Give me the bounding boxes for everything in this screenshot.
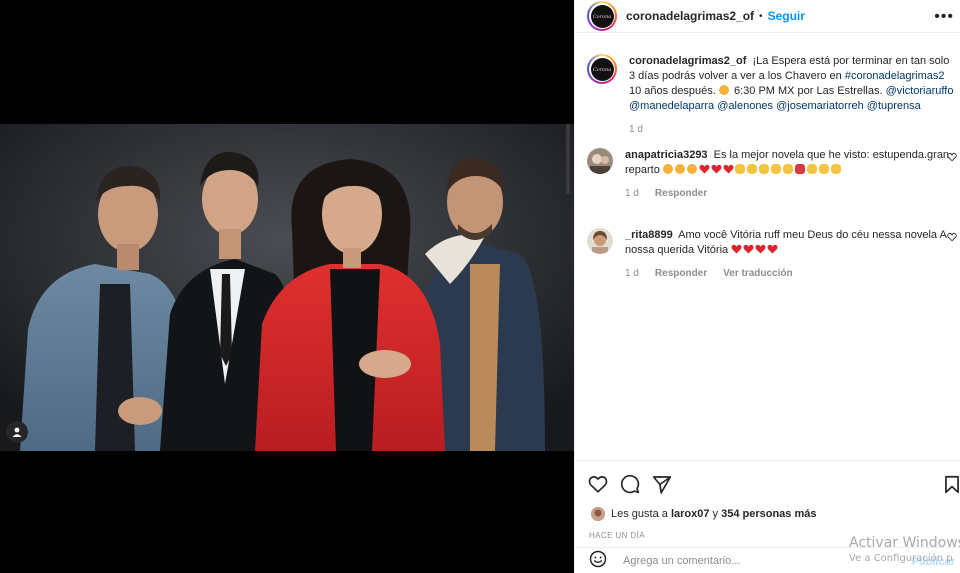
post-photo[interactable] bbox=[0, 124, 574, 451]
cast-photo-illustration bbox=[0, 124, 574, 451]
emoji-sequence bbox=[662, 164, 843, 176]
emoji-sequence bbox=[731, 244, 779, 256]
clap-emoji-icon bbox=[758, 164, 769, 174]
clap-emoji-icon bbox=[734, 164, 745, 174]
comment-username[interactable]: _rita8899 bbox=[625, 229, 673, 241]
comment-row: _rita8899 Amo você Vitória ruff meu Deus… bbox=[587, 228, 957, 281]
caption-time: 1 d bbox=[629, 124, 643, 135]
comment-body: anapatricia3293 Es la mejor novela que h… bbox=[625, 148, 955, 201]
comment-time: 1 d bbox=[625, 268, 639, 279]
post-header: Corona coronadelagrimas2_of • Seguir ••• bbox=[575, 0, 960, 33]
red-heart-emoji-icon bbox=[743, 244, 754, 254]
red-heart-emoji-icon bbox=[755, 244, 766, 254]
likes-summary: Les gusta a larox07 y 354 personas más bbox=[591, 507, 816, 521]
liker-avatar[interactable] bbox=[591, 507, 605, 521]
clap-emoji-icon bbox=[830, 164, 841, 174]
liker-username[interactable]: larox07 bbox=[671, 508, 710, 520]
red-heart-emoji-icon bbox=[699, 164, 710, 174]
heart-icon[interactable] bbox=[587, 473, 609, 495]
star-eyes-emoji-icon bbox=[674, 164, 685, 174]
caption-mention[interactable]: @victoriaruffo bbox=[886, 85, 954, 97]
commenter-avatar[interactable] bbox=[587, 228, 613, 254]
share-icon[interactable] bbox=[651, 473, 673, 495]
caption-meta: 1 d bbox=[629, 122, 957, 137]
clap-emoji-icon bbox=[782, 164, 793, 174]
comment-text: Amo você Vitória ruff meu Deus do céu ne… bbox=[625, 229, 947, 256]
comments-list[interactable]: Corona coronadelagrimas2_of ¡La Espera e… bbox=[575, 44, 960, 460]
comment-username[interactable]: anapatricia3293 bbox=[625, 149, 708, 161]
clap-emoji-icon bbox=[746, 164, 757, 174]
corona-logo-icon: Corona bbox=[590, 4, 614, 28]
red-heart-emoji-icon bbox=[711, 164, 722, 174]
post-media[interactable] bbox=[0, 0, 574, 573]
windows-activation-watermark: Activar Windows Ve a Configuración p bbox=[849, 535, 960, 564]
reply-button[interactable]: Responder bbox=[655, 266, 707, 281]
svg-text:Corona: Corona bbox=[593, 14, 611, 20]
comment-input[interactable]: Agrega un comentario... bbox=[623, 555, 740, 567]
clap-emoji-icon bbox=[770, 164, 781, 174]
comment-icon[interactable] bbox=[619, 473, 641, 495]
caption-text-2: 10 años después. bbox=[629, 85, 716, 97]
caption-username[interactable]: coronadelagrimas2_of bbox=[629, 55, 746, 67]
watermark-line-2: Ve a Configuración p bbox=[849, 553, 953, 564]
clap-emoji-icon bbox=[818, 164, 829, 174]
caption-row: Corona coronadelagrimas2_of ¡La Espera e… bbox=[587, 54, 957, 137]
caption-body: coronadelagrimas2_of ¡La Espera está por… bbox=[629, 54, 957, 137]
caption-mention[interactable]: @alenones bbox=[717, 100, 773, 112]
rose-emoji-icon bbox=[794, 164, 805, 174]
likes-count[interactable]: 354 personas más bbox=[721, 508, 816, 520]
bookmark-icon[interactable] bbox=[941, 473, 960, 495]
red-heart-emoji-icon bbox=[731, 244, 742, 254]
commenter-avatar[interactable] bbox=[587, 148, 613, 174]
corona-logo-icon: Corona bbox=[590, 57, 614, 81]
comment-meta: 1 d Responder Ver traducción bbox=[625, 266, 955, 281]
clap-emoji-icon bbox=[806, 164, 817, 174]
separator-dot: • bbox=[759, 10, 763, 22]
star-eyes-emoji-icon bbox=[686, 164, 697, 174]
likes-prefix: Les gusta a bbox=[611, 508, 668, 520]
caption-hashtag[interactable]: #coronadelagrimas2 bbox=[845, 70, 945, 82]
star-eyes-emoji-icon bbox=[662, 164, 673, 174]
media-scrollbar[interactable] bbox=[566, 124, 570, 194]
reply-button[interactable]: Responder bbox=[655, 186, 707, 201]
red-heart-emoji-icon bbox=[723, 164, 734, 174]
watermark-line-1: Activar Windows bbox=[849, 535, 960, 551]
tag-user-icon[interactable] bbox=[6, 421, 28, 443]
star-eyes-emoji-icon bbox=[718, 85, 729, 95]
caption-mention[interactable]: @manedelaparra bbox=[629, 100, 714, 112]
comment-row: anapatricia3293 Es la mejor novela que h… bbox=[587, 148, 957, 201]
comment-time: 1 d bbox=[625, 188, 639, 199]
comment-body: _rita8899 Amo você Vitória ruff meu Deus… bbox=[625, 228, 955, 281]
post-time-ago[interactable]: HACE UN DÍA bbox=[589, 531, 645, 540]
svg-text:Corona: Corona bbox=[593, 67, 611, 73]
caption-text-3: 6:30 PM MX por Las Estrellas. bbox=[733, 85, 883, 97]
red-heart-emoji-icon bbox=[767, 244, 778, 254]
comment-like-heart-icon[interactable] bbox=[947, 152, 957, 162]
comment-like-heart-icon[interactable] bbox=[947, 232, 957, 242]
emoji-icon[interactable] bbox=[589, 550, 607, 573]
caption-mention[interactable]: @josemariatorreh bbox=[776, 100, 864, 112]
more-icon[interactable]: ••• bbox=[934, 8, 954, 26]
post-panel: Corona coronadelagrimas2_of • Seguir •••… bbox=[574, 0, 960, 573]
author-avatar[interactable]: Corona bbox=[587, 1, 617, 31]
follow-button[interactable]: Seguir bbox=[768, 9, 805, 23]
caption-avatar[interactable]: Corona bbox=[587, 54, 617, 84]
author-username[interactable]: coronadelagrimas2_of bbox=[626, 9, 754, 23]
caption-mention[interactable]: @tuprensa bbox=[867, 100, 921, 112]
likes-connector: y bbox=[712, 508, 719, 520]
comment-meta: 1 d Responder bbox=[625, 186, 955, 201]
translate-button[interactable]: Ver traducción bbox=[723, 266, 792, 281]
